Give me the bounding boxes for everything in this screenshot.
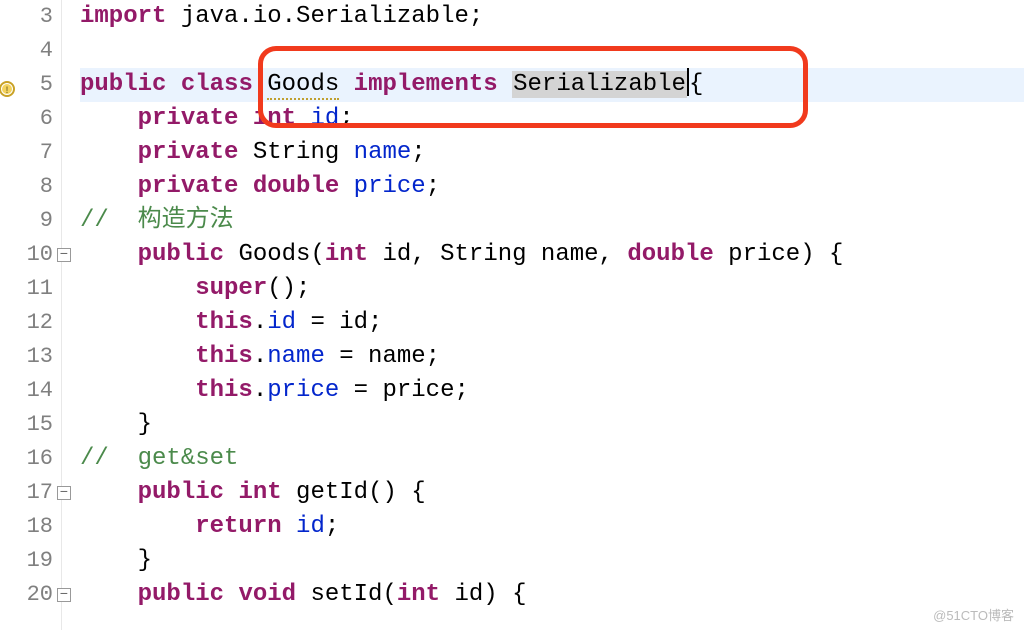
line-number[interactable]: 5! <box>0 68 61 102</box>
keyword-this: this <box>195 343 253 370</box>
param-price: price <box>714 241 800 268</box>
code-line[interactable]: private String name; <box>80 136 1024 170</box>
line-number[interactable]: 11 <box>0 272 61 306</box>
type-string: String <box>253 139 339 166</box>
fold-icon[interactable]: − <box>57 486 71 500</box>
code-line[interactable]: // 构造方法 <box>80 204 1024 238</box>
interface-serializable: Serializable <box>512 71 687 98</box>
keyword-int: int <box>325 241 368 268</box>
field-price: price <box>354 173 426 200</box>
keyword-public: public <box>80 71 166 98</box>
line-number[interactable]: 3 <box>0 0 61 34</box>
fold-icon[interactable]: − <box>57 588 71 602</box>
assign-id: = id; <box>296 309 382 336</box>
assign-price: = price; <box>339 377 469 404</box>
method-getid: getId() { <box>282 479 426 506</box>
line-number[interactable]: 18 <box>0 510 61 544</box>
field-id: id <box>267 309 296 336</box>
line-number[interactable]: 19 <box>0 544 61 578</box>
class-name: Goods <box>267 71 339 100</box>
code-line[interactable]: import java.io.Serializable; <box>80 0 1024 34</box>
code-line[interactable]: public int getId() { <box>80 476 1024 510</box>
keyword-double: double <box>253 173 339 200</box>
assign-name: = name; <box>325 343 440 370</box>
line-number[interactable]: 6 <box>0 102 61 136</box>
code-line[interactable]: private double price; <box>80 170 1024 204</box>
keyword-private: private <box>138 105 239 132</box>
line-number[interactable]: 16 <box>0 442 61 476</box>
code-line[interactable]: this.name = name; <box>80 340 1024 374</box>
code-editor: 345!678910−11121314151617−181920− import… <box>0 0 1024 630</box>
import-path: java.io.Serializable; <box>166 3 483 30</box>
method-setid: setId( <box>296 581 397 608</box>
code-line[interactable]: } <box>80 408 1024 442</box>
code-line[interactable] <box>80 34 1024 68</box>
comment-getset: // get&set <box>80 445 238 472</box>
line-number[interactable]: 10− <box>0 238 61 272</box>
param-name: name <box>527 241 599 268</box>
line-number[interactable]: 15 <box>0 408 61 442</box>
type-string: String <box>440 241 526 268</box>
line-number[interactable]: 12 <box>0 306 61 340</box>
fold-icon[interactable]: − <box>57 248 71 262</box>
line-number[interactable]: 7 <box>0 136 61 170</box>
field-price: price <box>267 377 339 404</box>
keyword-import: import <box>80 3 166 30</box>
keyword-double: double <box>627 241 713 268</box>
code-line[interactable]: } <box>80 544 1024 578</box>
keyword-public: public <box>138 581 224 608</box>
keyword-void: void <box>238 581 296 608</box>
field-id: id <box>296 513 325 540</box>
code-line[interactable]: // get&set <box>80 442 1024 476</box>
line-number[interactable]: 9 <box>0 204 61 238</box>
keyword-this: this <box>195 377 253 404</box>
code-line[interactable]: private int id; <box>80 102 1024 136</box>
code-line[interactable]: this.id = id; <box>80 306 1024 340</box>
code-line[interactable]: public class Goods implements Serializab… <box>80 68 1024 102</box>
line-number[interactable]: 8 <box>0 170 61 204</box>
keyword-return: return <box>195 513 281 540</box>
keyword-class: class <box>181 71 253 98</box>
watermark: @51CTO博客 <box>933 605 1014 624</box>
code-line[interactable]: return id; <box>80 510 1024 544</box>
keyword-public: public <box>138 479 224 506</box>
keyword-public: public <box>138 241 224 268</box>
keyword-implements: implements <box>354 71 498 98</box>
line-number[interactable]: 17− <box>0 476 61 510</box>
keyword-this: this <box>195 309 253 336</box>
svg-text:!: ! <box>4 86 10 97</box>
keyword-int: int <box>238 479 281 506</box>
field-name: name <box>267 343 325 370</box>
warning-icon[interactable]: ! <box>0 76 16 94</box>
keyword-int: int <box>397 581 440 608</box>
gutter: 345!678910−11121314151617−181920− <box>0 0 62 630</box>
line-number[interactable]: 4 <box>0 34 61 68</box>
keyword-int: int <box>253 105 296 132</box>
line-number[interactable]: 13 <box>0 340 61 374</box>
code-line[interactable]: public void setId(int id) { <box>80 578 1024 612</box>
field-name: name <box>354 139 412 166</box>
line-number[interactable]: 14 <box>0 374 61 408</box>
code-line[interactable]: this.price = price; <box>80 374 1024 408</box>
code-area[interactable]: import java.io.Serializable; public clas… <box>62 0 1024 630</box>
code-line[interactable]: public Goods(int id, String name, double… <box>80 238 1024 272</box>
comment-constructor: // 构造方法 <box>80 207 234 234</box>
param-id: id <box>368 241 411 268</box>
keyword-private: private <box>138 173 239 200</box>
keyword-super: super <box>195 275 267 302</box>
keyword-private: private <box>138 139 239 166</box>
code-line[interactable]: super(); <box>80 272 1024 306</box>
line-number[interactable]: 20− <box>0 578 61 612</box>
field-id: id <box>310 105 339 132</box>
